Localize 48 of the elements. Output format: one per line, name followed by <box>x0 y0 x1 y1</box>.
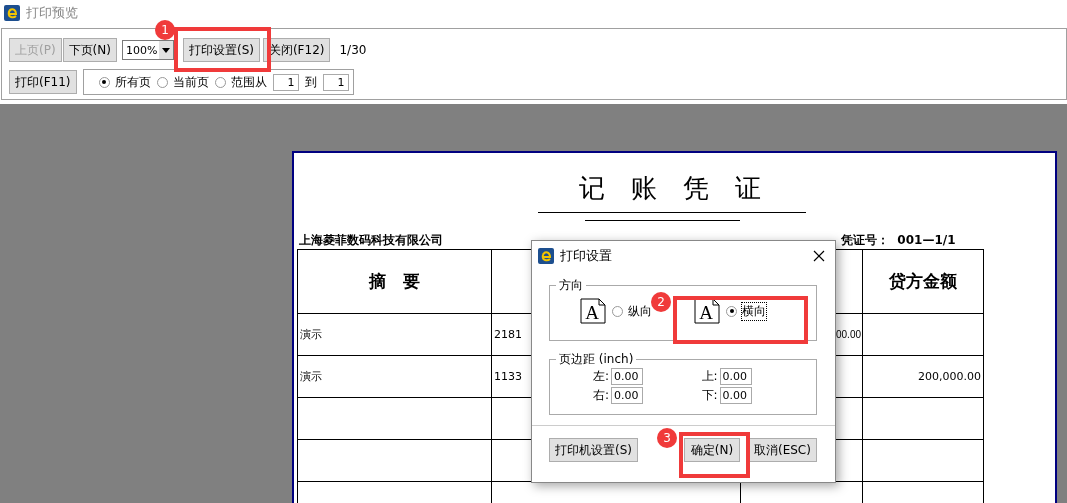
group-title: 页边距 (inch) <box>558 351 635 368</box>
print-button[interactable]: 打印(F11) <box>9 70 77 94</box>
highlight-frame <box>679 432 750 478</box>
margin-label: 下: <box>701 387 718 404</box>
orientation-radio[interactable]: 横向 <box>726 302 766 320</box>
page-range-radio[interactable]: 所有页 <box>98 73 151 91</box>
margin-label: 上: <box>701 368 718 385</box>
table-cell: 演示 <box>300 328 322 341</box>
range-to-label: 到 <box>304 73 317 91</box>
company-name: 上海菱菲数码科技有限公司 <box>299 232 443 249</box>
column-header: 摘 要 <box>369 272 420 291</box>
table-cell: 1133 <box>494 370 522 383</box>
page-range-radio[interactable]: 范围从 <box>214 73 267 91</box>
dialog-button[interactable]: 确定(N) <box>684 438 740 462</box>
window-title: 打印预览 <box>26 4 78 22</box>
column-header: 贷方金额 <box>889 272 957 291</box>
margin-field[interactable]: 0.00 <box>719 368 752 385</box>
zoom-dropdown[interactable]: 100% <box>121 40 174 60</box>
page-indicator: 1/30 <box>339 43 367 57</box>
voucher-number: 凭证号： 001—1/1 <box>841 232 956 249</box>
dialog-title: 打印设置 <box>560 247 613 265</box>
table-cell: 2181 <box>494 328 522 341</box>
dialog-button[interactable]: 取消(ESC) <box>748 438 817 462</box>
group-title: 方向 <box>558 277 584 294</box>
range-to-field[interactable]: 1 <box>322 73 349 91</box>
page-letter-icon: A <box>694 298 720 324</box>
dialog-button[interactable]: 打印机设置(S) <box>549 438 638 462</box>
dropdown-arrow-icon <box>161 47 170 53</box>
page-letter-icon: A <box>580 298 606 324</box>
range-from-field[interactable]: 1 <box>272 73 299 91</box>
app-logo-icon <box>4 5 20 21</box>
voucher-title: 记 账 凭 证 <box>577 173 762 205</box>
table-cell: 演示 <box>300 370 322 383</box>
margin-label: 右: <box>593 387 610 404</box>
page-range-radio[interactable]: 当前页 <box>156 73 209 91</box>
margin-field[interactable]: 0.00 <box>611 387 644 404</box>
close-icon[interactable] <box>813 250 825 262</box>
app-logo-icon <box>538 248 554 264</box>
table-cell: 00.00 <box>836 329 862 340</box>
margin-field[interactable]: 0.00 <box>719 387 752 404</box>
page-nav-button[interactable]: 下页(N) <box>62 38 117 62</box>
orientation-radio[interactable]: 纵向 <box>612 302 652 320</box>
table-cell: 200,000.00 <box>918 370 981 383</box>
margin-field[interactable]: 0.00 <box>611 368 644 385</box>
print-setup-button[interactable]: 打印设置(S) <box>182 38 260 62</box>
step-number: 1 <box>155 20 175 40</box>
margin-label: 左: <box>593 368 610 385</box>
close-button[interactable]: 关闭(F12) <box>262 38 331 62</box>
